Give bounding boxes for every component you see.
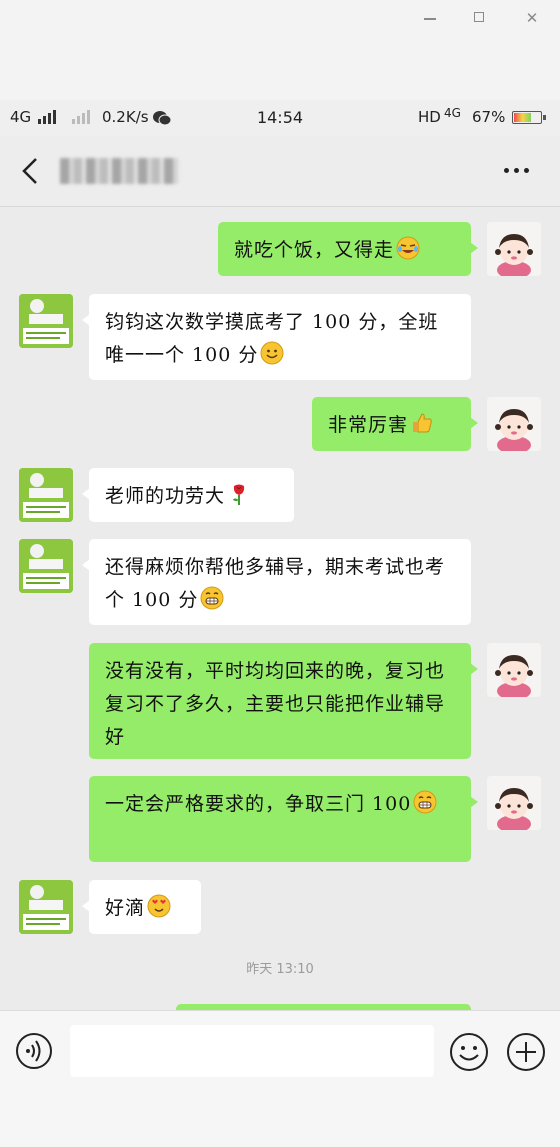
message-bubble-self[interactable]: 没有没有，平时均均回来的晚，复习也复习不了多久，主要也只能把作业辅导好 bbox=[89, 643, 478, 759]
emoji-button[interactable] bbox=[448, 1031, 490, 1073]
more-functions-button[interactable] bbox=[505, 1031, 547, 1073]
other-avatar[interactable] bbox=[19, 539, 73, 593]
battery-percent: 67% bbox=[472, 108, 506, 126]
rose-emoji-icon bbox=[233, 484, 245, 505]
message-text: 非常厉害 bbox=[328, 414, 409, 436]
other-avatar[interactable] bbox=[19, 468, 73, 522]
back-button[interactable] bbox=[16, 154, 46, 188]
minimize-button[interactable] bbox=[416, 6, 444, 30]
message-text: 没有没有，平时均均回来的晚，复习也复习不了多久，主要也只能把作业辅导好 bbox=[105, 660, 446, 748]
message-input[interactable] bbox=[70, 1025, 434, 1077]
message-bubble-self[interactable]: 一定会严格要求的，争取三门 100 bbox=[89, 776, 478, 862]
close-icon: ✕ bbox=[525, 9, 539, 27]
message-bubble-other[interactable]: 钧钧这次数学摸底考了 100 分，全班唯一一个 100 分 bbox=[82, 294, 471, 380]
more-button[interactable] bbox=[502, 168, 532, 176]
message-bubble-other[interactable]: 还得麻烦你帮他多辅导，期末考试也考个 100 分 bbox=[82, 539, 471, 625]
message-text: 还得麻烦你帮他多辅导，期末考试也考个 100 分 bbox=[105, 556, 446, 611]
message-text: 就吃个饭，又得走 bbox=[234, 239, 395, 261]
maximize-button[interactable] bbox=[466, 6, 494, 30]
message-text: 好滴 bbox=[105, 897, 146, 919]
close-button[interactable]: ✕ bbox=[518, 6, 546, 30]
other-avatar[interactable] bbox=[19, 294, 73, 348]
self-avatar[interactable] bbox=[487, 776, 541, 830]
chat-input-bar bbox=[0, 1010, 560, 1147]
self-avatar[interactable] bbox=[487, 222, 541, 276]
message-text: 老师的功劳大 bbox=[105, 485, 226, 507]
more-icon bbox=[504, 168, 509, 173]
message-bubble-self[interactable]: 非常厉害 bbox=[312, 397, 478, 451]
status-bar: 4G 0.2K/s 14:54 HD 4G 67% bbox=[0, 100, 560, 136]
thumbs-up-emoji-icon bbox=[413, 413, 432, 433]
chat-title-blurred bbox=[60, 158, 178, 184]
network-type-2: 4G bbox=[444, 106, 461, 120]
heart-eyes-emoji-icon bbox=[147, 894, 171, 918]
voice-button[interactable] bbox=[14, 1031, 54, 1071]
grin-emoji-icon bbox=[200, 586, 224, 610]
message-bubble-other[interactable]: 老师的功劳大 bbox=[82, 468, 294, 522]
grin-emoji-icon bbox=[413, 790, 437, 814]
chat-header bbox=[0, 136, 560, 207]
window-title-bar: ✕ bbox=[0, 0, 560, 100]
message-bubble-self[interactable]: 就吃个饭，又得走 bbox=[218, 222, 478, 276]
battery-icon bbox=[512, 111, 546, 124]
message-timestamp: 昨天 13:10 bbox=[246, 962, 314, 977]
self-avatar[interactable] bbox=[487, 397, 541, 451]
message-text: 一定会严格要求的，争取三门 100 bbox=[105, 793, 412, 815]
message-bubble-other[interactable]: 好滴 bbox=[82, 880, 201, 934]
hd-indicator: HD bbox=[418, 108, 441, 126]
smile-emoji-icon bbox=[260, 341, 284, 365]
self-avatar[interactable] bbox=[487, 643, 541, 697]
other-avatar[interactable] bbox=[19, 880, 73, 934]
laugh-cry-emoji-icon bbox=[396, 236, 420, 260]
